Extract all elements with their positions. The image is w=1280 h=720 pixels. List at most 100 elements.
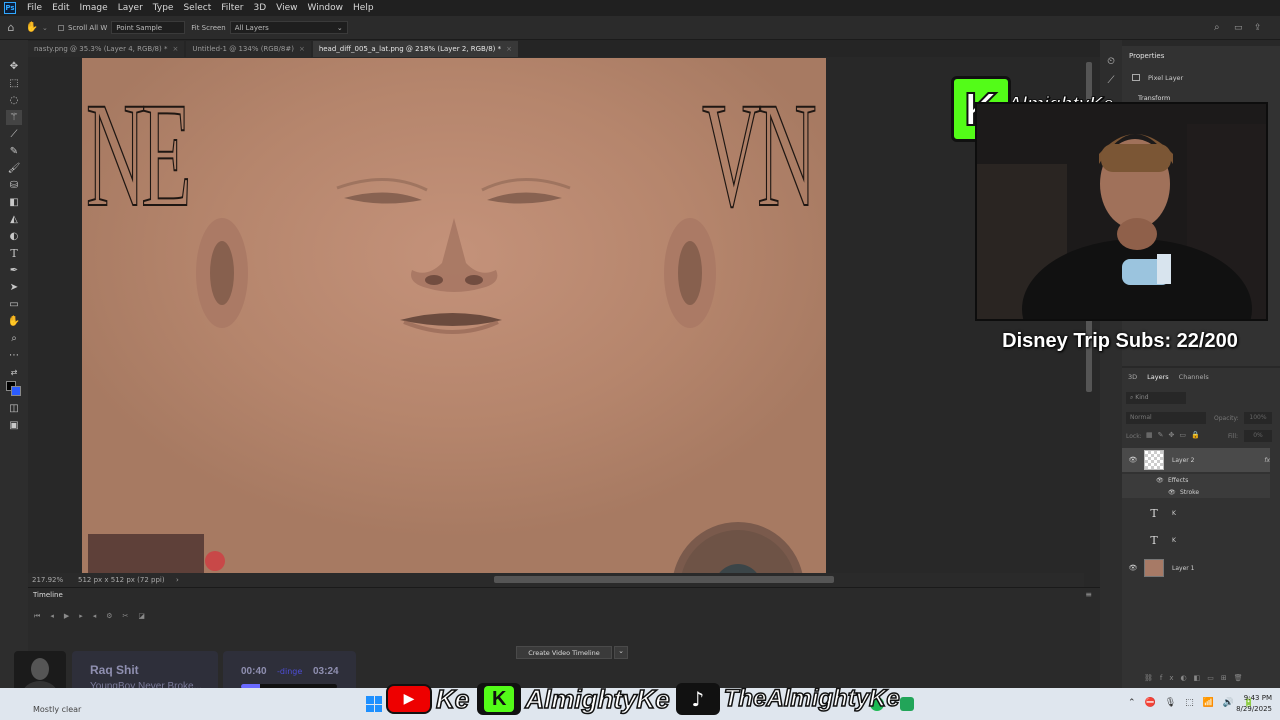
pen-tool-icon[interactable]: ✒ <box>6 263 22 278</box>
swap-colors-icon[interactable]: ⇄ <box>6 365 22 380</box>
layer-name[interactable]: Layer 1 <box>1172 565 1194 572</box>
menu-window[interactable]: Window <box>303 3 349 13</box>
menu-3d[interactable]: 3D <box>249 3 272 13</box>
brush-tool-icon[interactable]: 🖌 <box>6 161 22 176</box>
scissors-icon[interactable]: ✂ <box>123 612 129 621</box>
eye-icon[interactable]: 👁 <box>1122 456 1144 464</box>
kick-handle: AlmightyKe <box>524 683 670 715</box>
sample-select[interactable]: Point Sample <box>111 21 186 34</box>
tab-3d[interactable]: 3D <box>1128 373 1137 381</box>
quick-mask-icon[interactable]: ◫ <box>6 401 22 416</box>
fx-icon[interactable]: fx <box>1264 457 1270 464</box>
close-icon[interactable]: × <box>506 45 512 53</box>
tab-layers[interactable]: Layers <box>1147 373 1169 381</box>
weather-widget[interactable]: Mostly clear <box>33 705 81 714</box>
options-bar: ⌂ ✋ ⌄ Scroll All W Point Sample Fit Scre… <box>0 16 1280 40</box>
marquee-tool-icon[interactable]: ⬚ <box>6 76 22 91</box>
play-icon[interactable]: ▶ <box>64 612 69 621</box>
layer-row-layer1[interactable]: 👁 Layer 1 <box>1122 556 1270 580</box>
tab-nasty[interactable]: nasty.png @ 35.3% (Layer 4, RGB/8) * × <box>28 41 185 57</box>
brush-settings-icon[interactable]: ⟋ <box>1108 75 1115 86</box>
menu-select[interactable]: Select <box>178 3 216 13</box>
transform-section[interactable]: Transform <box>1138 94 1170 102</box>
chevron-right-icon[interactable]: › <box>176 576 179 584</box>
document-canvas[interactable]: NE VN <box>82 58 826 573</box>
settings-icon[interactable]: ⚙ <box>106 612 112 621</box>
paint-bucket-icon[interactable]: ◭ <box>6 212 22 227</box>
fill-value[interactable]: 0% <box>1244 430 1272 442</box>
menu-type[interactable]: Type <box>148 3 179 13</box>
next-frame-icon[interactable]: ▸ <box>79 612 83 621</box>
home-icon[interactable]: ⌂ <box>0 21 22 34</box>
close-icon[interactable]: × <box>172 45 178 53</box>
magic-wand-tool-icon[interactable]: ⚚ <box>6 110 22 125</box>
create-video-timeline-button[interactable]: Create Video Timeline <box>516 646 612 659</box>
more-tools-icon[interactable]: ⋯ <box>6 348 22 363</box>
move-tool-icon[interactable]: ✥ <box>6 59 22 74</box>
app-icon[interactable] <box>900 697 914 711</box>
first-frame-icon[interactable]: ⏮ <box>34 612 40 621</box>
history-icon[interactable]: ⏲ <box>1107 56 1115 67</box>
menu-view[interactable]: View <box>271 3 302 13</box>
layer-row-effects[interactable]: 👁 Effects <box>1122 474 1270 486</box>
menu-edit[interactable]: Edit <box>47 3 74 13</box>
scroll-all-checkbox[interactable] <box>58 24 64 31</box>
menu-file[interactable]: File <box>22 3 47 13</box>
opacity-value[interactable]: 100% <box>1244 412 1272 424</box>
layer-row-stroke[interactable]: 👁 Stroke <box>1122 486 1270 498</box>
panel-menu-icon[interactable]: ≡ <box>1085 590 1092 599</box>
healing-brush-icon[interactable]: ✎ <box>6 144 22 159</box>
eraser-tool-icon[interactable]: ◧ <box>6 195 22 210</box>
sample-value: Point Sample <box>116 23 163 32</box>
dropdown-chevron-icon[interactable]: ⌄ <box>42 24 52 32</box>
menu-help[interactable]: Help <box>348 3 379 13</box>
screen-mode-icon[interactable]: ▣ <box>6 418 22 433</box>
hand-tool-icon[interactable]: ✋ <box>6 314 22 329</box>
timeline-dropdown-button[interactable]: ⌄ <box>614 646 628 659</box>
layer-name[interactable]: K <box>1172 537 1176 544</box>
search-icon[interactable]: ⌕ <box>1214 22 1234 33</box>
zoom-tool-icon[interactable]: ⌕ <box>6 331 22 346</box>
horizontal-scrollbar[interactable] <box>494 576 834 583</box>
audio-icon[interactable]: ◂ <box>93 612 97 621</box>
prev-frame-icon[interactable]: ◂ <box>50 612 54 621</box>
tab-head-diff[interactable]: head_diff_005_a_lat.png @ 218% (Layer 2,… <box>312 41 518 57</box>
all-layers-select[interactable]: All Layers ⌄ <box>229 21 348 34</box>
layer-row-layer2[interactable]: 👁 Layer 2 fx <box>1122 448 1270 472</box>
rectangle-tool-icon[interactable]: ▭ <box>6 297 22 312</box>
window-icon[interactable]: ▭ <box>1234 23 1254 33</box>
eye-icon[interactable]: 👁 <box>1156 477 1168 484</box>
layer-row-text-k2[interactable]: T K <box>1122 528 1270 552</box>
canvas-area[interactable]: NE VN <box>28 57 1084 573</box>
clock[interactable]: 9:43 PM 8/29/2025 <box>1222 693 1272 715</box>
total-time: 03:24 <box>313 666 339 677</box>
tab-untitled[interactable]: Untitled-1 @ 134% (RGB/8#) × <box>186 41 311 57</box>
layer-filter-search[interactable]: ⌕ Kind <box>1126 392 1186 404</box>
blend-mode-select[interactable]: Normal <box>1126 412 1206 424</box>
eyedropper-tool-icon[interactable]: ⟋ <box>6 127 22 142</box>
menu-image[interactable]: Image <box>75 3 113 13</box>
dodge-tool-icon[interactable]: ◐ <box>6 229 22 244</box>
lasso-tool-icon[interactable]: ◌ <box>6 93 22 108</box>
layer-row-text-k1[interactable]: T K <box>1122 501 1270 525</box>
share-icon[interactable]: ⇪ <box>1254 23 1280 33</box>
fit-screen-button[interactable]: Fit Screen <box>191 24 226 32</box>
eye-icon[interactable]: 👁 <box>1168 489 1180 496</box>
lock-icons[interactable]: ▦✎✥▭🔒 <box>1146 431 1205 439</box>
menu-layer[interactable]: Layer <box>113 3 148 13</box>
start-button[interactable] <box>366 696 382 712</box>
layer-name[interactable]: Layer 2 <box>1172 457 1264 464</box>
color-swatches[interactable] <box>5 381 23 397</box>
menu-filter[interactable]: Filter <box>216 3 248 13</box>
eye-icon[interactable]: 👁 <box>1122 564 1144 572</box>
path-select-icon[interactable]: ➤ <box>6 280 22 295</box>
layer-name[interactable]: K <box>1172 510 1176 517</box>
type-tool-icon[interactable]: T <box>6 246 22 261</box>
hand-tool-icon[interactable]: ✋ <box>22 22 42 33</box>
tab-channels[interactable]: Channels <box>1179 373 1209 381</box>
close-icon[interactable]: × <box>299 45 305 53</box>
transition-icon[interactable]: ◪ <box>138 612 145 621</box>
layers-footer-icons[interactable]: ⛓fx◐◧▭⊞🗑 <box>1144 674 1250 682</box>
zoom-level[interactable]: 217.92% <box>32 576 78 584</box>
stamp-tool-icon[interactable]: ⛁ <box>6 178 22 193</box>
